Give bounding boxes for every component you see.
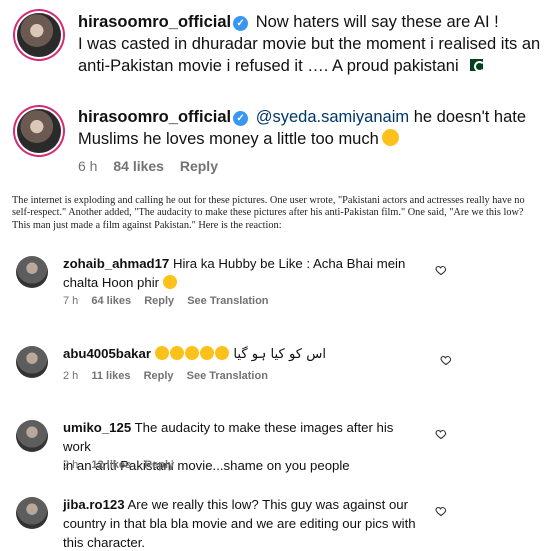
- top-post: hirasoomro_official ✓ Now haters will say…: [0, 0, 545, 90]
- avatar[interactable]: [16, 346, 48, 378]
- comment-body: chalta Hoon phir: [63, 275, 160, 290]
- mention-link[interactable]: @syeda.samiyanaim: [256, 108, 409, 126]
- reply-line-2: Muslims he loves money a little too much: [78, 128, 399, 150]
- comment-meta: 7 h 64 likes Reply See Translation: [63, 295, 279, 307]
- comment-meta: 2 h 11 likes Reply See Translation: [63, 370, 278, 382]
- laugh-emoji-icon: [154, 346, 169, 360]
- avatar[interactable]: [17, 109, 61, 153]
- comment-text: zohaib_ahmad17 Hira ka Hubby be Like : A…: [63, 254, 423, 292]
- heart-outline-icon[interactable]: [435, 264, 447, 276]
- laugh-emoji-icon: [169, 346, 184, 360]
- post-text: Now haters will say these are AI !: [255, 13, 499, 31]
- avatar[interactable]: [16, 420, 48, 452]
- post-line-1: hirasoomro_official ✓ Now haters will say…: [78, 11, 499, 33]
- comment-body: اس کو کیا ہو گیا: [233, 347, 327, 362]
- avatar[interactable]: [16, 497, 48, 529]
- see-translation-button[interactable]: See Translation: [187, 370, 268, 382]
- laugh-emoji-icon: [214, 346, 229, 360]
- username[interactable]: umiko_125: [63, 420, 131, 435]
- timestamp: 2 h: [63, 370, 79, 382]
- laugh-emoji-icon: [162, 275, 177, 289]
- comment-body: Hira ka Hubby be Like : Acha Bhai mein: [172, 256, 406, 271]
- likes-count[interactable]: 12 likes: [91, 459, 131, 471]
- comment-meta: 2 h 12 likes Reply: [63, 459, 184, 471]
- avatar[interactable]: [17, 13, 61, 57]
- laugh-emoji-icon: [199, 346, 214, 360]
- smile-emoji-icon: [381, 129, 399, 146]
- heart-outline-icon[interactable]: [440, 354, 452, 366]
- timestamp: 7 h: [63, 295, 79, 307]
- verified-badge-icon: ✓: [233, 16, 249, 31]
- post-line-3: anti-Pakistan movie i refused it …. A pr…: [78, 55, 485, 77]
- reply-button[interactable]: Reply: [180, 158, 218, 174]
- timestamp: 2 h: [63, 459, 79, 471]
- username[interactable]: jiba.ro123: [63, 497, 125, 512]
- reply-button[interactable]: Reply: [144, 459, 174, 471]
- post-line-2: I was casted in dhuradar movie but the m…: [78, 35, 541, 53]
- laugh-emoji-icon: [184, 346, 199, 360]
- article-paragraph: The internet is exploding and calling he…: [12, 195, 525, 231]
- heart-outline-icon[interactable]: [435, 505, 447, 517]
- username[interactable]: hirasoomro_official: [78, 13, 231, 31]
- comment-text: abu4005bakar اس کو کیا ہو گیا: [63, 344, 443, 364]
- reply-text: he doesn't hate: [413, 108, 527, 126]
- pakistan-flag-icon: [464, 59, 485, 72]
- comment-text: jiba.ro123 Are we really this low? This …: [63, 495, 433, 551]
- comment-body: country in that bla bla movie and we are…: [63, 516, 416, 531]
- reply-button[interactable]: Reply: [144, 370, 174, 382]
- avatar[interactable]: [16, 256, 48, 288]
- comment-body: Are we really this low? This guy was aga…: [127, 497, 409, 512]
- timestamp: 6 h: [78, 158, 98, 174]
- likes-count[interactable]: 64 likes: [91, 295, 131, 307]
- username[interactable]: hirasoomro_official: [78, 108, 231, 126]
- post-text: anti-Pakistan movie i refused it …. A pr…: [78, 57, 459, 75]
- username[interactable]: abu4005bakar: [63, 346, 151, 361]
- verified-badge-icon: ✓: [233, 111, 249, 126]
- reply-meta: 6 h 84 likes Reply: [78, 158, 230, 174]
- likes-count[interactable]: 11 likes: [91, 370, 130, 382]
- likes-count[interactable]: 84 likes: [113, 158, 164, 174]
- username[interactable]: zohaib_ahmad17: [63, 256, 169, 271]
- reply-text: Muslims he loves money a little too much: [78, 130, 379, 148]
- reply-button[interactable]: Reply: [144, 295, 174, 307]
- heart-outline-icon[interactable]: [435, 428, 447, 440]
- reply-line-1: hirasoomro_official ✓ @syeda.samiyanaim h…: [78, 106, 526, 128]
- see-translation-button[interactable]: See Translation: [187, 295, 268, 307]
- comment-body: this character.: [63, 535, 146, 550]
